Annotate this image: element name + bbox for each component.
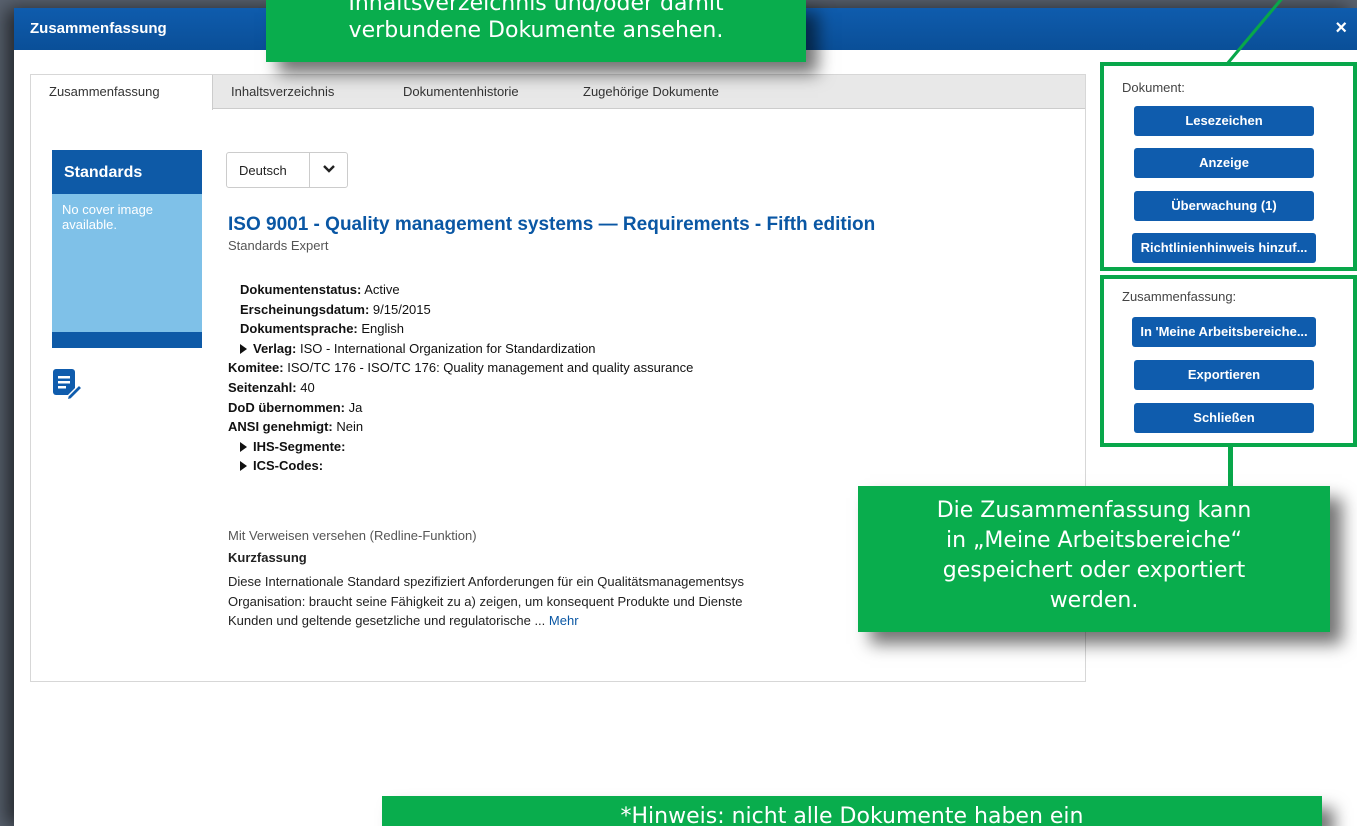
callout-line: werden. [1049,588,1139,613]
meta-row-committee: Komitee: ISO/TC 176 - ISO/TC 176: Qualit… [228,360,694,376]
callout-line: verbundene Dokumente ansehen. [348,18,724,43]
tab-dokumentenhistorie[interactable]: Dokumentenhistorie [385,75,537,109]
redline-link[interactable]: Mit Verweisen versehen (Redline-Funktion… [228,528,477,543]
expand-triangle-icon[interactable] [240,343,247,354]
language-select[interactable]: Deutsch [226,152,348,188]
abstract-heading: Kurzfassung [228,550,307,565]
callout-line: in „Meine Arbeitsbereiche“ [945,528,1243,553]
cover-image-placeholder: Standards No cover image available. [52,150,202,348]
meta-row-status: Dokumentenstatus: Active [240,282,400,297]
expand-triangle-icon[interactable] [240,441,247,452]
callout-line: *Hinweis: nicht alle Dokumente haben ein [620,804,1084,826]
document-title[interactable]: ISO 9001 - Quality management systems — … [228,214,875,236]
abstract-line: Organisation: braucht seine Fähigkeit zu… [228,593,743,609]
expand-triangle-icon[interactable] [240,461,247,472]
meta-row-language: Dokumentsprache: English [240,321,404,337]
meta-row-dod: DoD übernommen: Ja [228,399,363,415]
summary-actions-highlight [1100,275,1357,447]
abstract-line: Kunden und geltende gesetzliche und regu… [228,613,579,629]
more-link[interactable]: Mehr [549,613,579,628]
callout-line: Die Zusammenfassung kann [936,498,1252,523]
close-icon[interactable]: × [1335,17,1347,40]
callout-line: Inhaltsverzeichnis und/oder damit [348,0,724,16]
note-callout: *Hinweis: nicht alle Dokumente haben ein [382,796,1322,826]
summary-callout: Die Zusammenfassung kann in „Meine Arbei… [858,486,1330,632]
tab-zusammenfassung[interactable]: Zusammenfassung [31,75,213,110]
edit-document-icon[interactable] [52,368,82,400]
abstract-line: Diese Internationale Standard spezifizie… [228,574,744,589]
select-divider [309,153,310,187]
cover-heading: Standards [52,150,202,194]
toc-callout: Inhaltsverzeichnis und/oder damit verbun… [266,0,806,62]
meta-row-ihs-segments[interactable]: IHS-Segmente: [240,437,693,457]
meta-row-date: Erscheinungsdatum: 9/15/2015 [240,301,431,317]
abstract-text: Diese Internationale Standard spezifizie… [228,572,868,631]
callout-line: gespeichert oder exportiert [942,558,1246,583]
document-actions-highlight [1100,62,1357,271]
chevron-down-icon[interactable] [321,161,337,177]
tab-bar: Zusammenfassung Inhaltsverzeichnis Dokum… [31,75,1085,110]
callout-connector [1228,447,1233,487]
meta-row-ansi: ANSI genehmigt: Nein [228,419,364,435]
dialog-title: Zusammenfassung [30,20,167,37]
meta-row-publisher[interactable]: Verlag: ISO - International Organization… [240,339,693,359]
document-subtitle: Standards Expert [228,238,329,253]
tab-inhaltsverzeichnis[interactable]: Inhaltsverzeichnis [213,75,352,109]
document-metadata: Dokumentenstatus: Active Erscheinungsdat… [228,280,693,476]
meta-row-ics-codes[interactable]: ICS-Codes: [240,456,693,476]
no-cover-text: No cover image available. [62,202,154,232]
meta-row-pages: Seitenzahl: 40 [228,379,315,395]
language-value: Deutsch [239,163,287,178]
tab-zugehoerige-dokumente[interactable]: Zugehörige Dokumente [565,75,737,109]
